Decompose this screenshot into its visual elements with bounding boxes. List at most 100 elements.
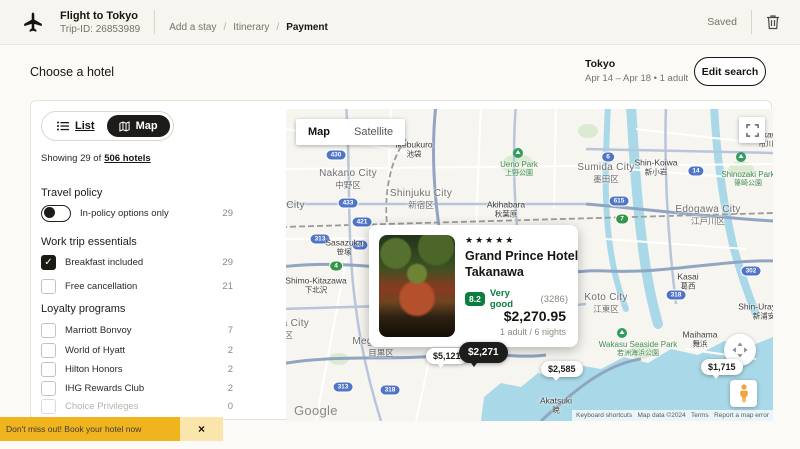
rating-score-badge: 8.2	[465, 292, 485, 306]
road-shield-318: 318	[666, 290, 687, 301]
hotel-image	[379, 235, 455, 337]
destination-label: Tokyo	[585, 58, 688, 70]
filter-row-hyatt: World of Hyatt 2	[41, 341, 233, 359]
road-shield-14: 14	[351, 240, 368, 251]
filter-row-breakfast: ✓ Breakfast included 29	[41, 253, 233, 271]
topbar-divider	[751, 10, 752, 34]
price-marker-1715[interactable]: $1,715	[701, 359, 743, 375]
airplane-icon	[20, 9, 46, 35]
road-shield-7: 7	[615, 214, 629, 225]
topbar-divider	[154, 10, 155, 34]
promo-banner-text: Don't miss out! Book your hotel now	[0, 417, 180, 441]
marriott-bonvoy-checkbox[interactable]	[41, 323, 56, 338]
map-attribution[interactable]: Keyboard shortcuts Map data ©2024 Terms …	[572, 410, 773, 421]
road-shield-4: 4	[329, 261, 343, 272]
world-of-hyatt-checkbox[interactable]	[41, 343, 56, 358]
travel-policy-heading: Travel policy	[41, 187, 102, 199]
breakfast-included-label: Breakfast included	[65, 257, 143, 268]
road-shield-433: 433	[338, 198, 359, 209]
road-shield-313: 313	[310, 234, 331, 245]
map-type-satellite-button[interactable]: Satellite	[342, 119, 405, 145]
filter-row-marriott: Marriott Bonvoy 7	[41, 321, 233, 339]
star-rating: ★★★★★	[465, 235, 568, 246]
map-icon	[119, 121, 130, 132]
hilton-honors-count: 2	[228, 364, 233, 375]
breakfast-included-checkbox[interactable]: ✓	[41, 255, 56, 270]
price-marker-selected[interactable]: $2,271	[459, 342, 508, 363]
map-view-button[interactable]: Map	[107, 115, 170, 137]
choice-privileges-label: Choice Privileges	[65, 401, 138, 412]
world-of-hyatt-label: World of Hyatt	[65, 345, 125, 356]
view-toggle: List Map	[41, 111, 174, 141]
choice-privileges-count: 0	[228, 401, 233, 412]
marriott-bonvoy-count: 7	[228, 325, 233, 336]
breadcrumb-add-a-stay[interactable]: Add a stay	[169, 22, 216, 33]
breadcrumb-separator: /	[276, 22, 279, 33]
price-marker-2585[interactable]: $2,585	[541, 361, 583, 377]
results-summary: Showing 29 of506 hotels	[41, 153, 151, 164]
search-summary: Tokyo Apr 14 – Apr 18 • 1 adult	[585, 58, 688, 84]
in-policy-count: 29	[222, 208, 233, 219]
top-bar: Flight to Tokyo Trip-ID: 26853989 Add a …	[0, 0, 800, 45]
list-icon	[57, 121, 69, 131]
road-shield-615: 615	[609, 196, 630, 207]
saved-status: Saved	[707, 16, 737, 28]
results-summary-prefix: Showing 29 of	[41, 153, 101, 164]
list-view-button[interactable]: List	[45, 115, 107, 137]
content-card: List Map Showing 29 of506 hotels Travel …	[30, 100, 772, 420]
pan-arrows-icon	[731, 341, 749, 359]
road-shield-6: 6	[601, 152, 615, 163]
results-count-link[interactable]: 506 hotels	[104, 153, 150, 164]
world-of-hyatt-count: 2	[228, 345, 233, 356]
road-shield-421: 421	[352, 217, 373, 228]
hotel-info-card[interactable]: ★★★★★ Grand Prince Hotel Takanawa 8.2 Ve…	[369, 225, 578, 347]
ihg-rewards-checkbox[interactable]	[41, 381, 56, 396]
road-shield-318: 318	[380, 385, 401, 396]
in-policy-toggle[interactable]	[41, 205, 71, 222]
breakfast-included-count: 29	[222, 257, 233, 268]
rating-label: Very good	[490, 288, 536, 310]
trip-id: Trip-ID: 26853989	[60, 24, 140, 35]
in-policy-filter-row: In-policy options only 29	[41, 204, 233, 222]
ihg-rewards-count: 2	[228, 383, 233, 394]
pegman-icon	[738, 384, 750, 403]
google-logo: Google	[294, 403, 338, 418]
map-view-label: Map	[136, 120, 158, 132]
banner-close-button[interactable]: ×	[198, 423, 205, 435]
in-policy-label: In-policy options only	[80, 208, 169, 219]
pegman-button[interactable]	[730, 380, 757, 407]
free-cancellation-checkbox[interactable]	[41, 279, 56, 294]
free-cancellation-count: 21	[222, 281, 233, 292]
map-type-control: Map Satellite	[296, 119, 405, 145]
breadcrumb-separator: /	[224, 22, 227, 33]
dates-occupancy-label: Apr 14 – Apr 18 • 1 adult	[585, 73, 688, 84]
list-view-label: List	[75, 120, 95, 132]
review-count: (3286)	[541, 294, 568, 305]
breadcrumb: Add a stay / Itinerary / Payment	[169, 22, 328, 35]
road-shield-14: 14	[687, 166, 704, 177]
breadcrumb-payment[interactable]: Payment	[286, 22, 328, 33]
choice-privileges-checkbox	[41, 399, 56, 414]
loyalty-heading: Loyalty programs	[41, 303, 125, 315]
map[interactable]: Ikebukuro池袋Nakano City中野区Shinjuku City新宿…	[286, 109, 773, 421]
road-shield-430: 430	[326, 150, 347, 161]
filter-row-ihg: IHG Rewards Club 2	[41, 379, 233, 397]
toggle-knob	[44, 207, 55, 218]
hotel-price-subtitle: 1 adult / 6 nights	[500, 327, 566, 337]
marriott-bonvoy-label: Marriott Bonvoy	[65, 325, 132, 336]
filter-row-hilton: Hilton Honors 2	[41, 360, 233, 378]
edit-search-button[interactable]: Edit search	[694, 57, 766, 86]
road-shield-313: 313	[333, 382, 354, 393]
map-type-map-button[interactable]: Map	[296, 119, 342, 145]
hotel-name: Grand Prince Hotel Takanawa	[465, 249, 580, 280]
trash-icon	[766, 14, 780, 30]
hilton-honors-checkbox[interactable]	[41, 362, 56, 377]
trip-title: Flight to Tokyo	[60, 10, 140, 22]
delete-trip-button[interactable]	[766, 14, 780, 30]
breadcrumb-itinerary[interactable]: Itinerary	[233, 22, 269, 33]
fullscreen-button[interactable]	[739, 117, 765, 143]
filters-sidebar: List Map Showing 29 of506 hotels Travel …	[31, 101, 286, 421]
promo-banner: Don't miss out! Book your hotel now ×	[0, 417, 223, 441]
page-title: Choose a hotel	[30, 65, 114, 79]
filter-row-free-cancellation: Free cancellation 21	[41, 277, 233, 295]
